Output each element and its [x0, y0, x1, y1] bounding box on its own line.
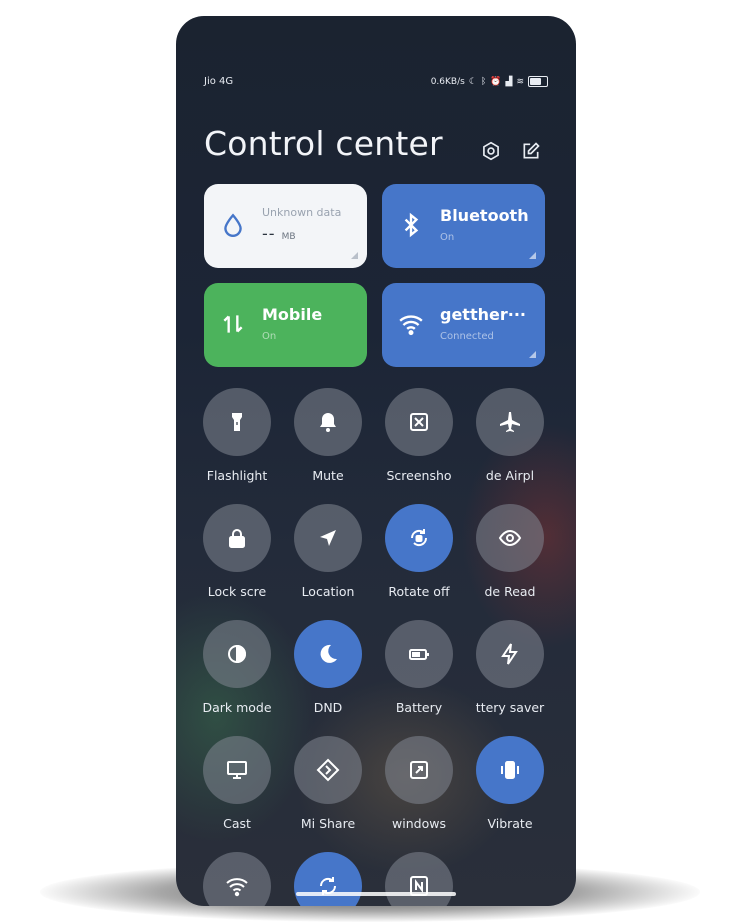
bluetooth-icon: [396, 210, 426, 240]
toggle-dark-mode[interactable]: Dark mode: [189, 620, 285, 720]
gear-icon[interactable]: [478, 138, 504, 164]
mobile-data-usage-tile[interactable]: Unknown data -- MB: [204, 184, 367, 268]
sync-icon: [294, 852, 362, 906]
toggle-label: Location: [301, 584, 355, 599]
moon-icon: [294, 620, 362, 688]
floating-window-icon: [385, 736, 453, 804]
monitor-icon: [203, 736, 271, 804]
scissors-icon: [385, 388, 453, 456]
wifi-tile-title: getther···: [440, 305, 526, 324]
toggle-mute[interactable]: Mute: [280, 388, 376, 488]
toggle-label: Dark mode: [202, 700, 272, 715]
bluetooth-tile-title: Bluetooth: [440, 206, 529, 225]
phone-screen: Jio 4G 0.6KB/s ☾ ᛒ ⏰ ▟ ≋ Control center …: [176, 16, 576, 906]
lightning-icon: [476, 620, 544, 688]
bluetooth-tile[interactable]: Bluetooth On: [382, 184, 545, 268]
network-speed: 0.6KB/s: [430, 76, 465, 87]
signal-icon: ▟: [505, 76, 513, 87]
toggle-location[interactable]: Location: [280, 504, 376, 604]
toggle-dnd[interactable]: DND: [280, 620, 376, 720]
bell-icon: [294, 388, 362, 456]
mobile-data-tile[interactable]: Mobile On: [204, 283, 367, 367]
carrier-label: Jio 4G: [204, 76, 234, 87]
toggle-flashlight[interactable]: Flashlight: [189, 388, 285, 488]
eye-icon: [476, 504, 544, 572]
toggle-label: Screensho: [386, 468, 452, 483]
wifi-icon: [203, 852, 271, 906]
expand-corner-icon: [529, 252, 536, 259]
toggle-label: Vibrate: [487, 816, 533, 831]
data-tile-value: -- MB: [262, 224, 296, 243]
wifi-tile-status: Connected: [440, 331, 494, 342]
data-tile-title: Unknown data: [262, 206, 342, 219]
toggle-battery-saver[interactable]: ttery saver: [462, 620, 558, 720]
expand-corner-icon: [351, 252, 358, 259]
toggle-label: Lock scre: [207, 584, 267, 599]
expand-corner-icon: [529, 351, 536, 358]
mobile-tile-status: On: [262, 331, 277, 342]
lock-icon: [203, 504, 271, 572]
toggle-airplane-mode[interactable]: de Airpl: [462, 388, 558, 488]
dark-mode-icon: [203, 620, 271, 688]
toggle-label: windows: [392, 816, 446, 831]
status-icons: 0.6KB/s ☾ ᛒ ⏰ ▟ ≋: [431, 76, 548, 87]
toggle-label: Cast: [223, 816, 251, 831]
vibrate-icon: [476, 736, 544, 804]
flashlight-icon: [203, 388, 271, 456]
bluetooth-tile-status: On: [440, 232, 455, 243]
toggle-reading-mode[interactable]: de Read: [462, 504, 558, 604]
toggle-hotspot[interactable]: [189, 852, 285, 906]
edit-icon[interactable]: [518, 138, 544, 164]
toggle-floating-windows[interactable]: windows: [371, 736, 467, 836]
drop-icon: [218, 210, 248, 240]
toggle-label: DND: [313, 700, 343, 715]
toggle-vibrate[interactable]: Vibrate: [462, 736, 558, 836]
toggle-label: ttery saver: [475, 700, 545, 715]
toggle-screenshot[interactable]: Screensho: [371, 388, 467, 488]
location-arrow-icon: [294, 504, 362, 572]
toggle-label: Mute: [312, 468, 344, 483]
toggle-lock-screen[interactable]: Lock scre: [189, 504, 285, 604]
battery-icon: [528, 76, 548, 87]
wifi-icon: [396, 309, 426, 339]
toggle-label: Mi Share: [300, 816, 356, 831]
toggle-battery[interactable]: Battery: [371, 620, 467, 720]
toggle-mi-share[interactable]: Mi Share: [280, 736, 376, 836]
mi-share-icon: [294, 736, 362, 804]
rotate-lock-icon: [385, 504, 453, 572]
toggle-label: Rotate off: [388, 584, 450, 599]
toggle-label: de Airpl: [485, 468, 535, 483]
wifi-tile[interactable]: getther··· Connected: [382, 283, 545, 367]
home-indicator[interactable]: [296, 892, 456, 896]
moon-icon: ☾: [468, 76, 477, 87]
toggle-label: Battery: [395, 700, 443, 715]
toggle-rotate[interactable]: Rotate off: [371, 504, 467, 604]
page-title: Control center: [204, 124, 443, 163]
toggle-label: Flashlight: [206, 468, 268, 483]
wifi-icon: ≋: [516, 76, 524, 87]
mobile-tile-title: Mobile: [262, 305, 323, 324]
toggle-sync[interactable]: [280, 852, 376, 906]
status-bar: Jio 4G 0.6KB/s ☾ ᛒ ⏰ ▟ ≋: [204, 76, 548, 92]
bluetooth-icon: ᛒ: [480, 76, 487, 87]
alarm-icon: ⏰: [490, 76, 502, 87]
toggle-cast[interactable]: Cast: [189, 736, 285, 836]
toggle-label: de Read: [484, 584, 536, 599]
airplane-icon: [476, 388, 544, 456]
toggle-nfc[interactable]: [371, 852, 467, 906]
battery-icon: [385, 620, 453, 688]
updown-arrows-icon: [218, 309, 248, 339]
nfc-icon: [385, 852, 453, 906]
